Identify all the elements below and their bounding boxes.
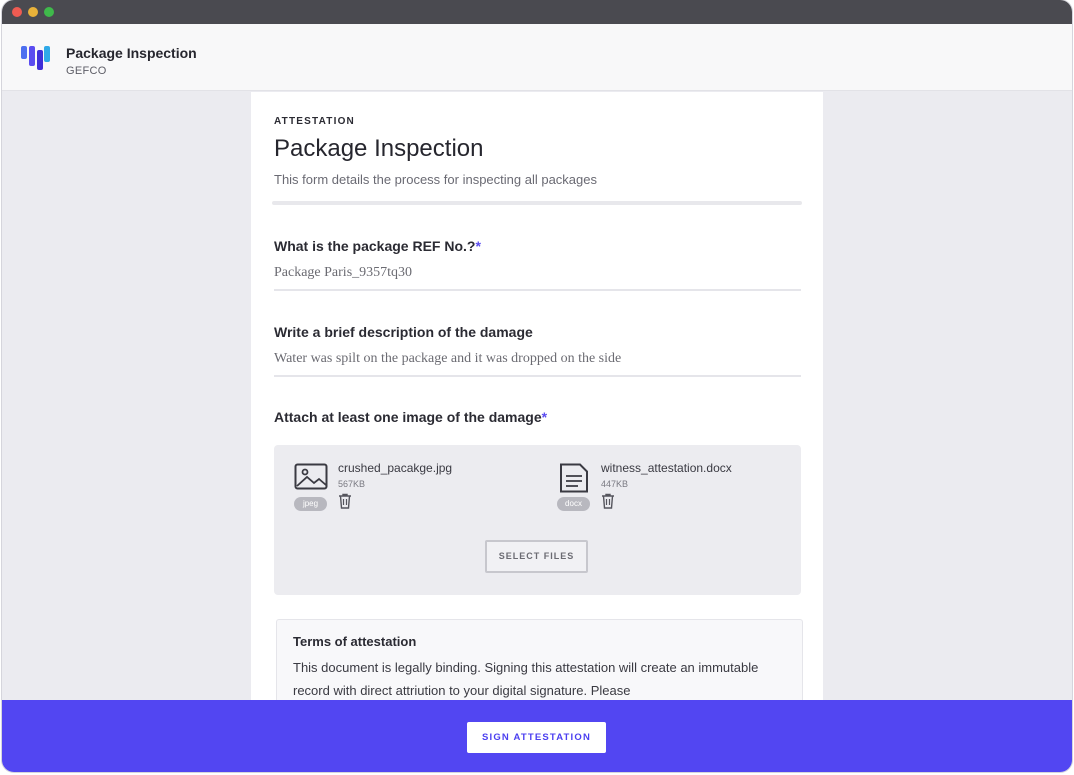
- minimize-window-button[interactable]: [28, 7, 38, 17]
- attestation-form-card: ATTESTATION Package Inspection This form…: [251, 92, 823, 719]
- footer-action-bar: SIGN ATTESTATION: [2, 700, 1072, 772]
- file-upload-area[interactable]: jpeg crushed_pacakge.jpg 567KB docx witn…: [274, 445, 801, 595]
- required-marker: *: [475, 238, 481, 254]
- form-eyebrow: ATTESTATION: [274, 116, 355, 127]
- attachment-name: crushed_pacakge.jpg: [338, 461, 453, 475]
- file-type-badge: docx: [557, 497, 590, 511]
- form-description: This form details the process for inspec…: [274, 172, 597, 187]
- image-file-icon: [294, 463, 328, 490]
- attachment-size: 447KB: [601, 479, 629, 489]
- ref-number-input[interactable]: Package Paris_9357tq30: [274, 263, 801, 291]
- document-file-icon: [560, 463, 588, 493]
- window-titlebar: [2, 0, 1072, 24]
- app-logo-icon: [21, 46, 51, 70]
- app-title: Package Inspection: [66, 45, 197, 61]
- browser-window: Package Inspection GEFCO ATTESTATION Pac…: [2, 0, 1072, 772]
- damage-description-input[interactable]: Water was spilt on the package and it wa…: [274, 349, 801, 377]
- delete-trash-icon[interactable]: [601, 493, 615, 509]
- terms-text: This document is legally binding. Signin…: [293, 660, 759, 698]
- maximize-window-button[interactable]: [44, 7, 54, 17]
- question-damage-description-label: Write a brief description of the damage: [274, 324, 533, 340]
- select-files-button[interactable]: SELECT FILES: [485, 540, 588, 573]
- terms-title: Terms of attestation: [293, 634, 417, 649]
- question-attach-image-label: Attach at least one image of the damage*: [274, 409, 547, 425]
- attachment-item: jpeg crushed_pacakge.jpg 567KB: [294, 461, 514, 521]
- sign-attestation-button[interactable]: SIGN ATTESTATION: [467, 722, 606, 753]
- title-divider: [272, 201, 802, 205]
- question-label-text: Attach at least one image of the damage: [274, 409, 542, 425]
- question-label-text: What is the package REF No.?: [274, 238, 476, 254]
- file-type-badge: jpeg: [294, 497, 327, 511]
- delete-trash-icon[interactable]: [338, 493, 352, 509]
- attachment-item: docx witness_attestation.docx 447KB: [557, 461, 777, 521]
- required-marker: *: [541, 409, 548, 425]
- question-ref-number-label: What is the package REF No.?*: [274, 238, 481, 254]
- form-title: Package Inspection: [274, 135, 484, 162]
- attachment-size: 567KB: [338, 479, 366, 489]
- app-subtitle: GEFCO: [66, 65, 107, 77]
- close-window-button[interactable]: [12, 7, 22, 17]
- app-header: Package Inspection GEFCO: [2, 24, 1072, 91]
- attachment-name: witness_attestation.docx: [601, 461, 732, 475]
